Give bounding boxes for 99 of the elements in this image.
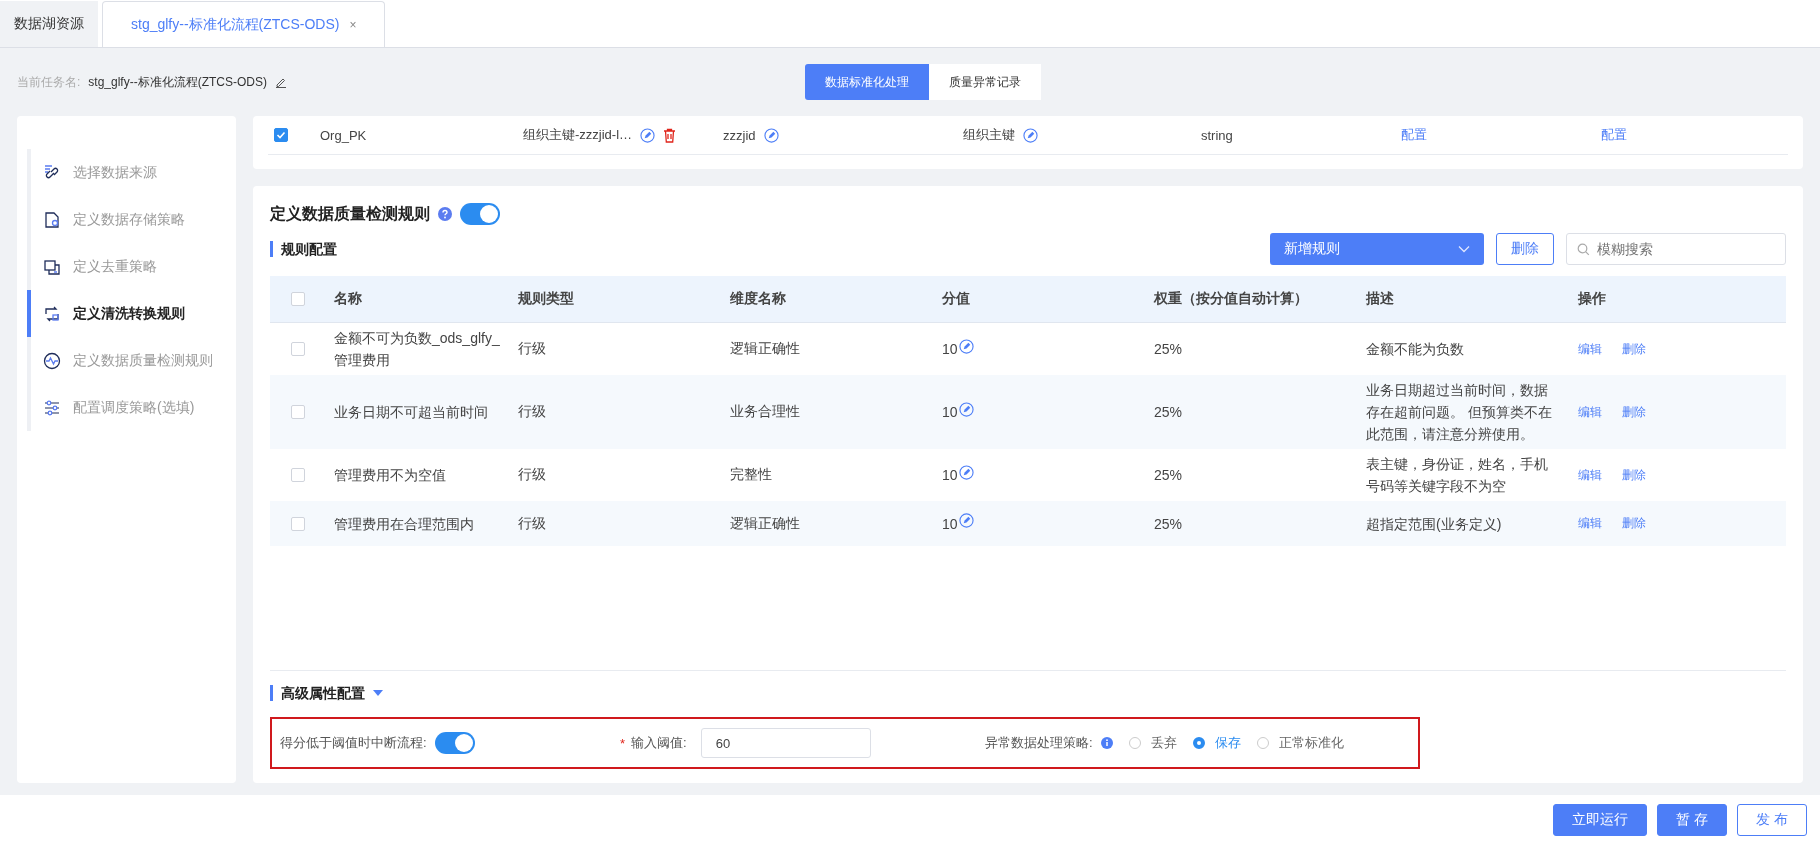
task-name: stg_glfy--标准化流程(ZTCS-ODS) [88,73,267,91]
footer-button[interactable]: 发 布 [1737,804,1807,836]
edit-icon[interactable] [275,76,287,88]
table-cell-text: 超指定范围(业务定义) [1366,514,1503,534]
caret-icon[interactable] [373,690,383,696]
column-header: 权重（按分值自动计算） [1154,290,1308,306]
footer-button[interactable]: 立即运行 [1553,804,1648,836]
delete-button[interactable]: 删除 [1496,233,1554,265]
table-cell: 行级 [518,403,546,421]
table-cell: 25% [1154,515,1183,532]
edit-link[interactable]: 编辑 [1578,403,1602,421]
table-cell: 行级 [518,514,546,533]
delete-link[interactable]: 删除 [1622,403,1646,421]
edit-icon[interactable] [763,127,779,143]
table-cell: 10 [942,341,958,357]
table-cell: 10 [942,467,958,483]
table-cell: 业务合理性 [730,403,800,421]
toggle-switch[interactable] [434,732,475,754]
table-cell-text: 业务日期超过当前时间，数据存在超前问题。 但预算类不在此范围，请注意分辨使用。 [1366,381,1553,444]
task-name-label: 当前任务名: [17,73,81,91]
edit-icon[interactable] [958,338,974,354]
table-cell: 逻辑正确性 [730,340,800,358]
search-icon [1577,243,1590,256]
transfer-icon [43,304,61,323]
table-cell: 10 [942,515,958,532]
threshold-input[interactable]: 60 [700,728,871,758]
column-header: 操作 [1578,290,1606,306]
checkbox[interactable] [274,128,288,142]
table-cell: 逻辑正确性 [730,514,800,533]
pulse-icon [43,351,61,370]
column-header: 维度名称 [730,290,786,306]
subsection-title: 高级属性配置 [270,685,365,701]
delete-link[interactable]: 删除 [1622,515,1646,532]
step-item[interactable]: 配置调度策略(选填) [27,384,236,431]
config-link[interactable]: 配置 [1601,126,1627,144]
page-tab[interactable]: stg_glfy--标准化流程(ZTCS-ODS) × [102,1,386,47]
copy-icon [43,257,61,276]
table-cell: 行级 [518,466,546,484]
help-icon [438,207,452,221]
search-field[interactable]: 模糊搜索 [1566,233,1786,265]
column-header: 名称 [334,290,362,306]
table-cell-text: 表主键，身份证，姓名，手机号码等关键字段不为空 [1366,455,1549,496]
delete-link[interactable]: 删除 [1622,466,1646,484]
field-label: 输入阈值: [631,734,687,752]
column-header: 分值 [942,290,970,306]
required-mark: * [620,735,626,751]
table-cell: 10 [942,404,958,420]
edit-icon[interactable] [640,127,656,143]
radio-option[interactable]: 丢弃 [1128,734,1177,752]
edit-link[interactable]: 编辑 [1578,466,1602,484]
config-link[interactable]: 配置 [1401,126,1427,144]
document-icon [43,210,61,229]
table-cell: 25% [1154,467,1183,483]
step-item[interactable]: 选择数据来源 [27,149,236,196]
edit-icon[interactable] [1023,127,1038,143]
table-cell-text: 管理费用不为空值 [334,466,446,485]
table-cell: 行级 [518,340,546,358]
table-cell: zzzjid [723,127,756,143]
table-cell-text: 金额不能为负数 [1366,340,1465,359]
view-tab[interactable]: 数据标准化处理 [805,64,929,100]
step-item[interactable]: 定义数据存储策略 [27,196,236,243]
section-title: 定义数据质量检测规则 [270,203,430,224]
step-item[interactable]: 定义清洗转换规则 [27,290,236,337]
field-label: 异常数据处理策略: [985,734,1093,752]
table-cell: 25% [1154,341,1183,357]
radio-option[interactable]: 正常标准化 [1256,734,1344,752]
step-item[interactable]: 定义数据质量检测规则 [27,337,236,384]
delete-icon[interactable] [663,127,677,143]
table-cell: string [1201,127,1233,143]
toggle-switch[interactable] [460,203,500,225]
edit-icon[interactable] [958,513,974,528]
footer-button[interactable]: 暂 存 [1657,804,1728,836]
table-cell: 25% [1154,404,1183,420]
table-cell: 完整性 [730,466,772,484]
check-icon [276,130,286,140]
edit-icon[interactable] [958,464,974,480]
table-cell-text: 业务日期不可超当前时间 [334,403,488,422]
edit-icon[interactable] [958,401,974,417]
chevron-down-icon [1458,245,1470,253]
field-label: 得分低于阈值时中断流程: [280,734,427,752]
table-cell: Org_PK [320,127,367,143]
info-icon [1100,737,1113,749]
column-header: 描述 [1366,290,1394,306]
column-header: 规则类型 [518,290,574,306]
table-cell-text: 管理费用在合理范围内 [334,514,474,534]
add-rule-dropdown[interactable]: 新增规则 [1270,233,1484,265]
sliders-icon [43,398,61,417]
table-cell-text: 金额不可为负数_ods_glfy_管理费用 [334,329,501,370]
edit-link[interactable]: 编辑 [1578,515,1602,532]
table-cell: 组织主键 [963,126,1015,144]
table-cell: 组织主键-zzzjid-l… [523,126,633,144]
subsection-title: 规则配置 [270,241,337,257]
edit-link[interactable]: 编辑 [1578,340,1602,358]
radio-option[interactable]: 保存 [1192,734,1241,752]
page-tab[interactable]: 数据湖资源 [0,1,98,47]
view-tab[interactable]: 质量异常记录 [929,64,1041,100]
delete-link[interactable]: 删除 [1622,340,1646,358]
close-icon[interactable]: × [349,17,357,32]
step-item[interactable]: 定义去重策略 [27,243,236,290]
